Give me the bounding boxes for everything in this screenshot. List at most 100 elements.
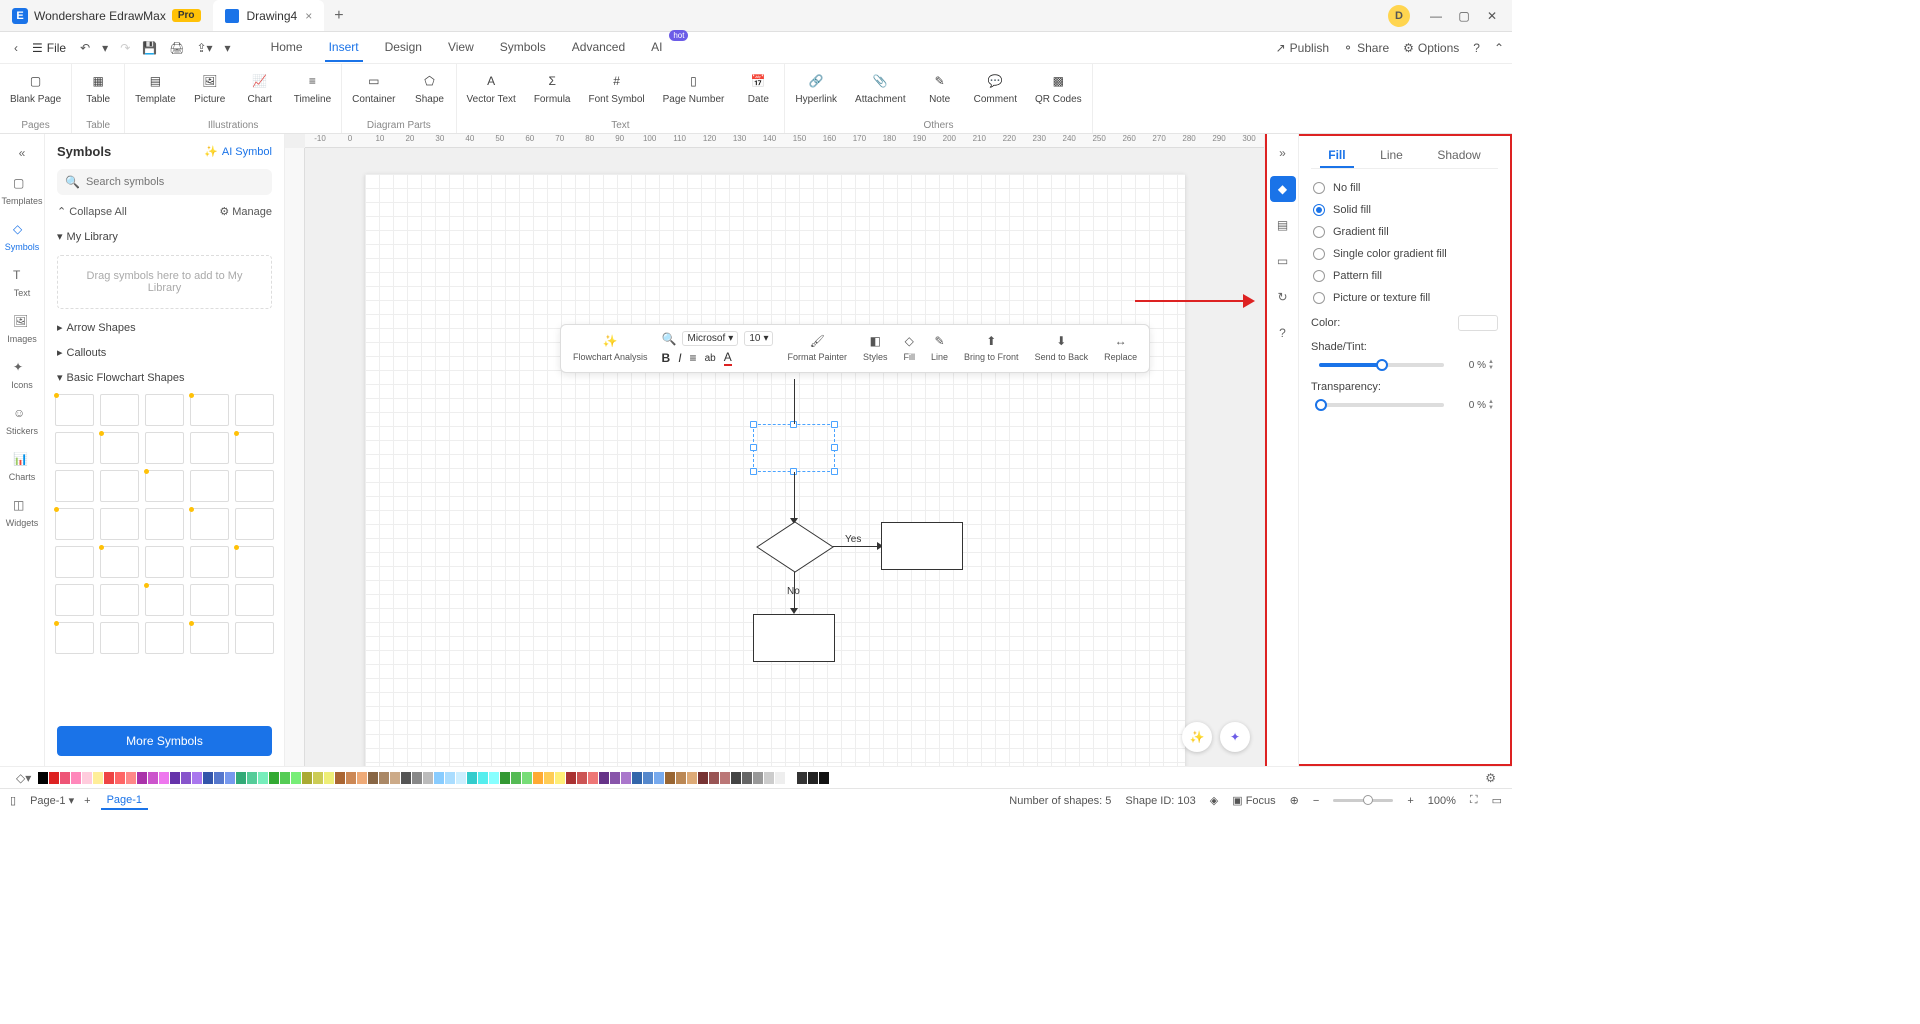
color-swatch[interactable] — [379, 772, 389, 784]
bold-button[interactable]: B — [662, 351, 671, 365]
color-swatch[interactable] — [643, 772, 653, 784]
shape-item[interactable] — [235, 470, 274, 502]
save-button[interactable]: 💾 — [136, 37, 163, 59]
color-swatch[interactable] — [808, 772, 818, 784]
drawing-page[interactable]: ✨Flowchart Analysis 🔍 Microsof ▾ 10 ▾ B … — [365, 174, 1185, 766]
collapse-all-button[interactable]: ⌃ Collapse All — [57, 205, 127, 218]
shape-item[interactable] — [235, 622, 274, 654]
fit-button[interactable]: ⊕ — [1290, 794, 1299, 807]
color-swatch[interactable] — [511, 772, 521, 784]
color-swatch[interactable] — [93, 772, 103, 784]
shape-item[interactable] — [190, 546, 229, 578]
symbol-search[interactable]: 🔍 — [57, 169, 272, 195]
color-swatch[interactable] — [280, 772, 290, 784]
color-swatch[interactable] — [456, 772, 466, 784]
nav-templates[interactable]: ▢Templates — [0, 170, 44, 212]
shade-stepper[interactable]: ▲▼ — [1488, 359, 1498, 371]
ribbon-comment[interactable]: 💬Comment — [968, 68, 1023, 107]
canvas-action-2[interactable]: ✦ — [1220, 722, 1250, 752]
section-my-library[interactable]: ▾ My Library — [45, 224, 284, 249]
color-swatch[interactable] — [544, 772, 554, 784]
text-case-button[interactable]: ab — [705, 353, 716, 364]
menu-design[interactable]: Design — [381, 34, 426, 62]
shape-item[interactable] — [100, 508, 139, 540]
color-swatch[interactable] — [324, 772, 334, 784]
shape-item[interactable] — [145, 394, 184, 426]
expand-right-button[interactable]: » — [1267, 140, 1298, 166]
page-select-dropdown[interactable]: Page-1 ▾ — [30, 794, 74, 807]
selected-shape[interactable] — [753, 424, 835, 472]
print-button[interactable]: 🖨 — [163, 37, 190, 59]
manage-button[interactable]: ⚙ Manage — [219, 205, 272, 218]
shape-item[interactable] — [55, 470, 94, 502]
app-home-tab[interactable]: E Wondershare EdrawMax Pro — [0, 0, 213, 31]
shape-item[interactable] — [190, 622, 229, 654]
close-window-button[interactable]: ✕ — [1480, 4, 1504, 28]
color-swatch[interactable] — [610, 772, 620, 784]
menu-advanced[interactable]: Advanced — [568, 34, 629, 62]
color-swatch[interactable] — [368, 772, 378, 784]
presentation-button[interactable]: ▭ — [1492, 794, 1502, 807]
replace-button[interactable]: ↔Replace — [1098, 329, 1143, 364]
connector[interactable] — [794, 472, 795, 522]
color-swatch[interactable] — [533, 772, 543, 784]
fill-option-single-gradient[interactable]: Single color gradient fill — [1311, 243, 1498, 265]
color-swatch[interactable] — [236, 772, 246, 784]
shape-item[interactable] — [100, 622, 139, 654]
style-tab-icon[interactable]: ◆ — [1270, 176, 1296, 202]
tab-shadow[interactable]: Shadow — [1429, 144, 1488, 168]
section-callouts[interactable]: ▸ Callouts — [45, 340, 284, 365]
shape-item[interactable] — [145, 622, 184, 654]
color-swatch[interactable] — [302, 772, 312, 784]
color-swatch[interactable] — [665, 772, 675, 784]
color-swatch[interactable] — [577, 772, 587, 784]
ribbon-note[interactable]: ✎Note — [918, 68, 962, 107]
color-swatch[interactable] — [687, 772, 697, 784]
ribbon-vector-text[interactable]: AVector Text — [461, 68, 522, 107]
zoom-slider[interactable] — [1333, 799, 1393, 802]
shape-item[interactable] — [100, 470, 139, 502]
add-page-button[interactable]: + — [84, 795, 90, 807]
color-swatch[interactable] — [797, 772, 807, 784]
layers-icon[interactable]: ◈ — [1210, 794, 1218, 807]
fill-option-pattern[interactable]: Pattern fill — [1311, 265, 1498, 287]
color-swatch[interactable] — [225, 772, 235, 784]
page-tab-icon[interactable]: ▤ — [1270, 212, 1296, 238]
color-swatch[interactable] — [192, 772, 202, 784]
collapse-left-button[interactable]: « — [0, 140, 44, 166]
shape-item[interactable] — [100, 584, 139, 616]
shape-item[interactable] — [235, 432, 274, 464]
color-swatch[interactable] — [346, 772, 356, 784]
shape-item[interactable] — [145, 470, 184, 502]
fill-button[interactable]: ◇Fill — [898, 329, 922, 364]
color-swatch[interactable] — [148, 772, 158, 784]
shape-item[interactable] — [190, 394, 229, 426]
color-swatch[interactable] — [599, 772, 609, 784]
font-size-select[interactable]: 10 ▾ — [744, 331, 773, 346]
color-swatch[interactable] — [159, 772, 169, 784]
menu-home[interactable]: Home — [267, 34, 307, 62]
canvas-area[interactable]: -100102030405060708090100110120130140150… — [285, 134, 1264, 766]
file-menu[interactable]: ☰ File — [24, 37, 74, 59]
pages-nav-icon[interactable]: ▯ — [10, 794, 16, 807]
tab-fill[interactable]: Fill — [1320, 144, 1353, 168]
color-swatch[interactable] — [720, 772, 730, 784]
flowchart-analysis-button[interactable]: ✨Flowchart Analysis — [567, 329, 654, 364]
color-swatch[interactable] — [819, 772, 829, 784]
shape-item[interactable] — [55, 622, 94, 654]
decision-shape[interactable] — [757, 522, 833, 572]
font-select[interactable]: Microsof ▾ — [682, 331, 738, 346]
user-avatar[interactable]: D — [1388, 5, 1410, 27]
new-tab-button[interactable]: + — [324, 7, 353, 25]
align-button[interactable]: ≡ — [690, 351, 697, 365]
shape-item[interactable] — [100, 394, 139, 426]
color-swatch[interactable] — [203, 772, 213, 784]
ribbon-blank-page[interactable]: ▢Blank Page — [4, 68, 67, 107]
text-search-icon[interactable]: 🔍 — [662, 332, 677, 346]
fill-option-gradient[interactable]: Gradient fill — [1311, 221, 1498, 243]
shape-item[interactable] — [55, 432, 94, 464]
transparency-stepper[interactable]: ▲▼ — [1488, 399, 1498, 411]
color-swatch[interactable] — [742, 772, 752, 784]
shape-item[interactable] — [145, 508, 184, 540]
shape-item[interactable] — [145, 546, 184, 578]
